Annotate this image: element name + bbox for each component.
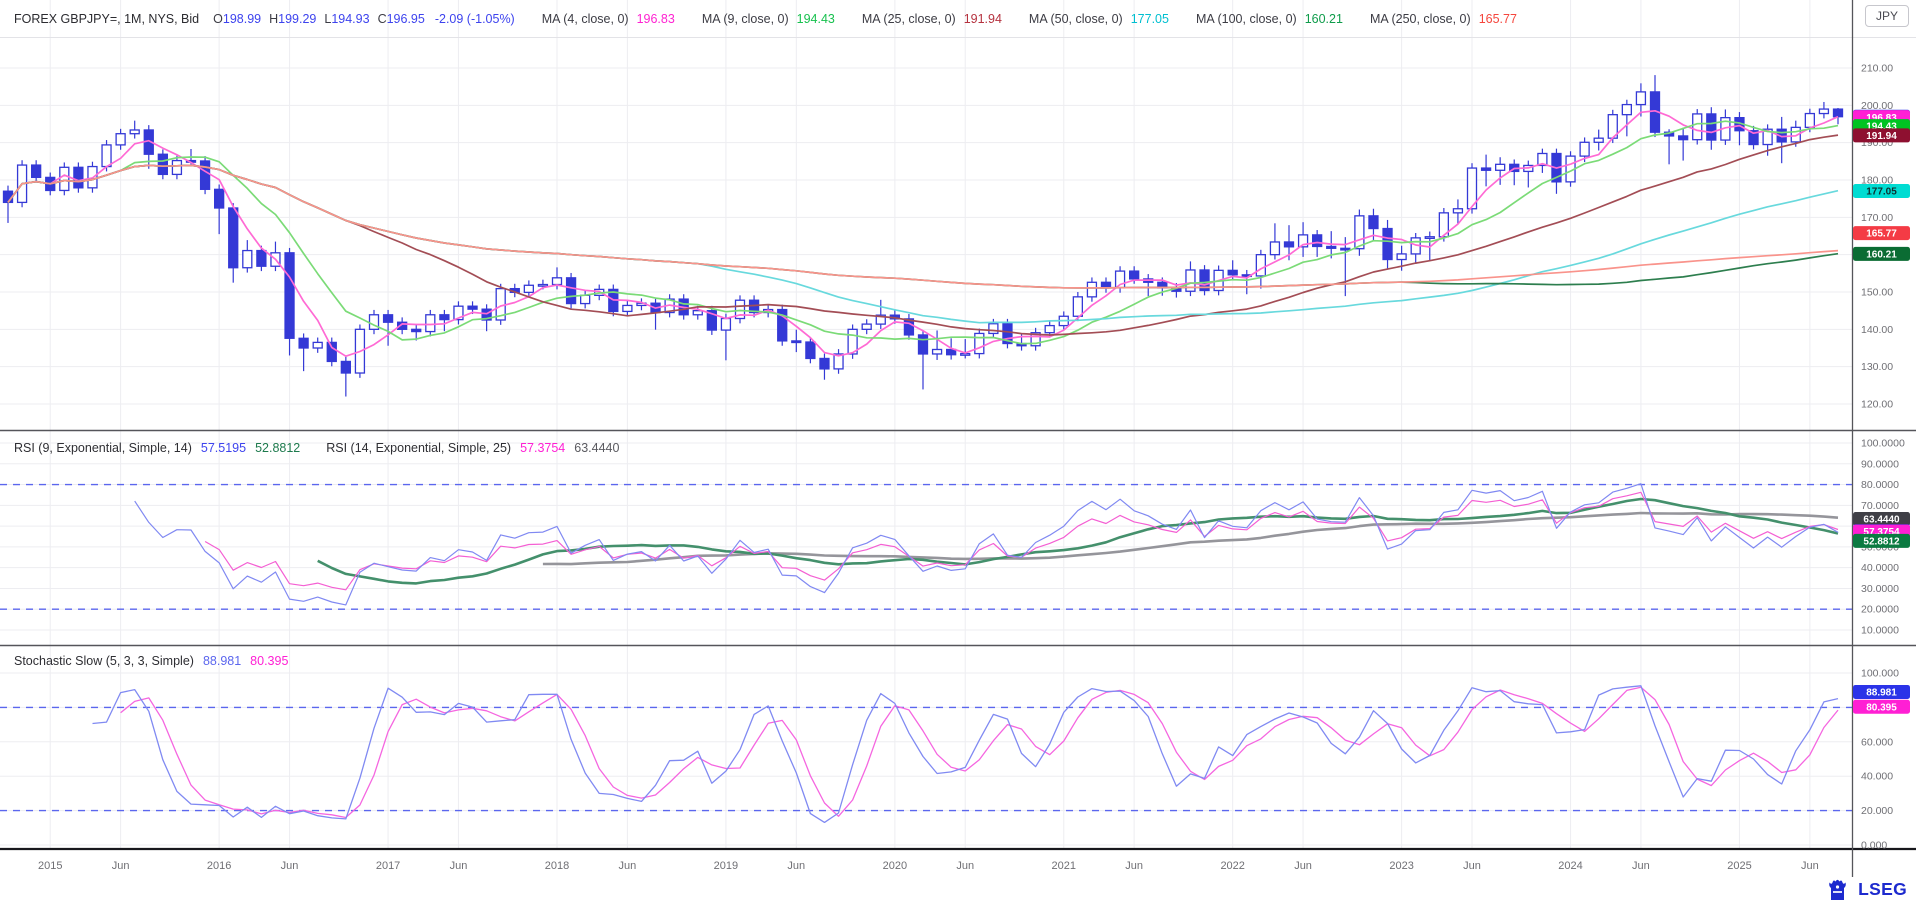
quote-l: L194.93 <box>324 12 369 26</box>
svg-text:70.0000: 70.0000 <box>1861 500 1899 512</box>
stochastic-legend[interactable]: Stochastic Slow (5, 3, 3, Simple)88.9818… <box>14 654 314 668</box>
svg-text:130.00: 130.00 <box>1861 361 1893 373</box>
ma-legend-item[interactable]: MA (4, close, 0)196.83 <box>542 12 675 26</box>
ohlc-quote: O198.99 H199.29 L194.93 C196.95 <box>213 12 433 26</box>
indicator-legend-item[interactable]: Stochastic Slow (5, 3, 3, Simple)88.9818… <box>14 654 288 668</box>
svg-text:165.77: 165.77 <box>1866 229 1897 240</box>
svg-text:90.0000: 90.0000 <box>1861 458 1899 470</box>
svg-text:2017: 2017 <box>376 860 400 872</box>
ma-line-50 <box>8 165 1838 322</box>
svg-text:80.395: 80.395 <box>1866 702 1897 713</box>
currency-badge[interactable]: JPY <box>1865 5 1909 27</box>
lseg-logo-text: LSEG <box>1858 879 1907 900</box>
svg-text:Jun: Jun <box>619 860 637 872</box>
svg-text:177.05: 177.05 <box>1866 187 1897 198</box>
rsi-14-line <box>205 492 1838 590</box>
ma-line-250 <box>8 165 1838 288</box>
svg-text:60.000: 60.000 <box>1861 736 1893 748</box>
svg-text:2015: 2015 <box>38 860 62 872</box>
ma-legend-item[interactable]: MA (100, close, 0)160.21 <box>1196 12 1343 26</box>
svg-text:0.000: 0.000 <box>1861 840 1887 852</box>
svg-text:2025: 2025 <box>1727 860 1751 872</box>
svg-text:40.000: 40.000 <box>1861 771 1893 783</box>
lseg-lion-icon <box>1826 878 1851 901</box>
ma-legend: MA (4, close, 0)196.83 MA (9, close, 0)19… <box>515 12 1517 26</box>
svg-text:100.000: 100.000 <box>1861 668 1899 680</box>
quote-c: C196.95 <box>378 12 425 26</box>
ma-line-9 <box>8 121 1838 344</box>
svg-text:20.000: 20.000 <box>1861 805 1893 817</box>
svg-text:Jun: Jun <box>1463 860 1481 872</box>
value-tags: 196.95196.83194.43191.94177.05165.77160.… <box>1853 110 1910 714</box>
svg-text:170.00: 170.00 <box>1861 212 1893 224</box>
change-value: -2.09 (-1.05%) <box>435 12 515 26</box>
svg-text:63.4440: 63.4440 <box>1863 515 1900 526</box>
ma-line-4 <box>8 111 1838 356</box>
svg-text:2022: 2022 <box>1220 860 1244 872</box>
svg-text:2023: 2023 <box>1389 860 1413 872</box>
svg-text:88.981: 88.981 <box>1866 688 1897 699</box>
ma-legend-item[interactable]: MA (250, close, 0)165.77 <box>1370 12 1517 26</box>
pane-borders <box>0 0 1916 877</box>
svg-text:2019: 2019 <box>714 860 738 872</box>
rsi-legend[interactable]: RSI (9, Exponential, Simple, 14)57.51955… <box>14 441 645 455</box>
ma-overlays <box>8 111 1838 356</box>
gridlines <box>0 0 1852 848</box>
price-axis-labels[interactable]: 210.00200.00190.00180.00170.00160.00150.… <box>1861 63 1905 852</box>
svg-text:40.0000: 40.0000 <box>1861 562 1899 574</box>
svg-text:2024: 2024 <box>1558 860 1582 872</box>
indicator-legend-item[interactable]: RSI (9, Exponential, Simple, 14)57.51955… <box>14 441 300 455</box>
svg-text:Jun: Jun <box>450 860 468 872</box>
svg-text:210.00: 210.00 <box>1861 63 1893 75</box>
ma-legend-item[interactable]: MA (25, close, 0)191.94 <box>862 12 1002 26</box>
svg-text:100.0000: 100.0000 <box>1861 438 1905 450</box>
svg-text:Jun: Jun <box>1294 860 1312 872</box>
ma-legend-item[interactable]: MA (50, close, 0)177.05 <box>1029 12 1169 26</box>
svg-text:120.00: 120.00 <box>1861 398 1893 410</box>
quote-o: O198.99 <box>213 12 261 26</box>
ma-line-100 <box>8 165 1838 288</box>
svg-text:Jun: Jun <box>1632 860 1650 872</box>
svg-text:20.0000: 20.0000 <box>1861 604 1899 616</box>
candlestick-series <box>4 75 1843 396</box>
chart-window: 210.00200.00190.00180.00170.00160.00150.… <box>0 0 1916 905</box>
svg-text:Jun: Jun <box>281 860 299 872</box>
svg-text:Jun: Jun <box>1125 860 1143 872</box>
svg-text:2018: 2018 <box>545 860 569 872</box>
lseg-logo: LSEG <box>1826 878 1907 901</box>
svg-text:160.21: 160.21 <box>1866 249 1897 260</box>
svg-text:140.00: 140.00 <box>1861 324 1893 336</box>
chart-header: FOREX GBPJPY=, 1M, NYS, Bid O198.99 H199.… <box>0 0 1916 37</box>
svg-text:Jun: Jun <box>787 860 805 872</box>
quote-h: H199.29 <box>269 12 316 26</box>
ma-legend-item[interactable]: MA (9, close, 0)194.43 <box>702 12 835 26</box>
rsi-9-line <box>135 484 1838 605</box>
svg-text:30.0000: 30.0000 <box>1861 583 1899 595</box>
rsi-pane-series <box>135 484 1838 605</box>
svg-text:80.0000: 80.0000 <box>1861 479 1899 491</box>
svg-text:52.8812: 52.8812 <box>1863 537 1900 548</box>
svg-text:Jun: Jun <box>956 860 974 872</box>
ma-line-25 <box>8 135 1838 335</box>
overbought-oversold-levels <box>0 485 1852 811</box>
svg-text:10.0000: 10.0000 <box>1861 625 1899 637</box>
svg-text:Jun: Jun <box>1801 860 1819 872</box>
instrument-title[interactable]: FOREX GBPJPY=, 1M, NYS, Bid <box>14 12 199 26</box>
svg-text:191.94: 191.94 <box>1866 131 1897 142</box>
rsi-smoothing-green <box>318 499 1838 583</box>
svg-text:2021: 2021 <box>1052 860 1076 872</box>
time-axis-labels[interactable]: 2015 Jun 2016 Jun 2017 Jun 2018 Jun 2019 Jun 2020 J… <box>38 860 1819 872</box>
svg-text:150.00: 150.00 <box>1861 286 1893 298</box>
svg-text:Jun: Jun <box>112 860 130 872</box>
svg-text:2016: 2016 <box>207 860 231 872</box>
svg-text:2020: 2020 <box>883 860 907 872</box>
indicator-legend-item[interactable]: RSI (14, Exponential, Simple, 25)57.3754… <box>326 441 619 455</box>
